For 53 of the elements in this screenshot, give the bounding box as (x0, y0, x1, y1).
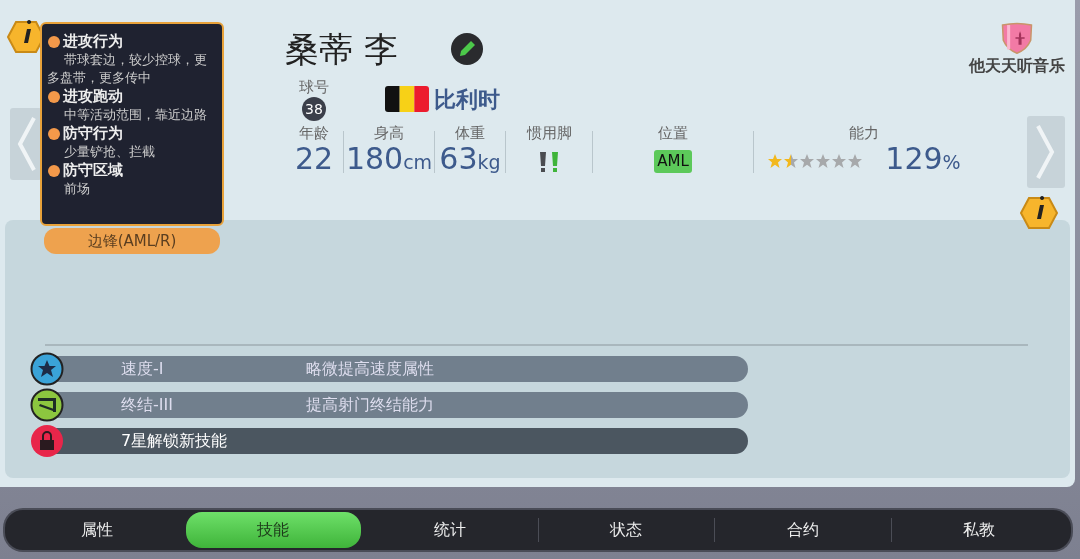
skill-name: 终结-III (121, 394, 174, 416)
tab[interactable]: 属性 (9, 512, 185, 548)
skill-name: 速度-I (121, 358, 165, 380)
position-tag: 边锋(AML/R) (44, 228, 220, 254)
chevron-left-icon (16, 116, 36, 172)
star-icon (799, 152, 816, 169)
lock-icon (30, 424, 64, 458)
star-icon (847, 152, 864, 169)
tab[interactable]: 合约 (715, 512, 891, 548)
bullet-icon (48, 90, 60, 103)
star-icon (783, 152, 800, 169)
bullet-icon (48, 164, 60, 177)
stat-label: 体重 (455, 124, 485, 142)
stat-value: 63 kg (439, 142, 501, 178)
club-name: 他天天听音乐 (969, 55, 1065, 77)
section-title: 进攻行为 (63, 32, 123, 51)
stat-label: 位置 (658, 124, 688, 142)
ability-value: 129% (885, 142, 961, 178)
stat-label: 惯用脚 (526, 124, 572, 142)
section-text: 中等活动范围，靠近边路 (63, 106, 208, 124)
stat-label: 能力 (849, 124, 879, 142)
info-icon[interactable] (1019, 196, 1059, 230)
section-text: 带球套边，较少控球，更多盘带，更多传中 (47, 51, 208, 87)
section-title: 防守区域 (63, 161, 123, 180)
flag-icon (385, 86, 429, 112)
chevron-right-icon (1036, 124, 1056, 180)
number-label: 球号 (299, 78, 329, 96)
bullet-icon (48, 127, 60, 140)
stat-label: 身高 (374, 124, 404, 142)
position-badge: AML (654, 150, 692, 173)
player-name: 桑蒂 李 (285, 28, 398, 71)
section-title: 防守行为 (63, 124, 123, 143)
star-icon (767, 152, 784, 169)
nationality: 比利时 (434, 86, 500, 114)
section-title: 进攻跑动 (63, 87, 123, 106)
star-icon (815, 152, 832, 169)
skill-description: 提高射门终结能力 (306, 394, 434, 416)
skill-shot-icon (30, 388, 64, 422)
edit-button[interactable] (449, 32, 484, 66)
stat-value: 180cm (345, 142, 433, 178)
jersey-number: 38 (302, 97, 326, 121)
skill-name: 7星解锁新技能 (121, 430, 229, 452)
star-icon (831, 152, 848, 169)
skill-description: 略微提高速度属性 (306, 358, 434, 380)
bullet-icon (48, 35, 60, 48)
tab[interactable]: 状态 (538, 512, 714, 548)
stat-label: 年龄 (299, 124, 329, 142)
stat-value: 22 (294, 142, 334, 176)
section-text: 少量铲抢、拦截 (63, 143, 156, 161)
section-text: 前场 (63, 180, 91, 198)
tab[interactable]: 统计 (362, 512, 538, 548)
tab[interactable]: 技能 (185, 512, 361, 548)
tab[interactable]: 私教 (891, 512, 1067, 548)
